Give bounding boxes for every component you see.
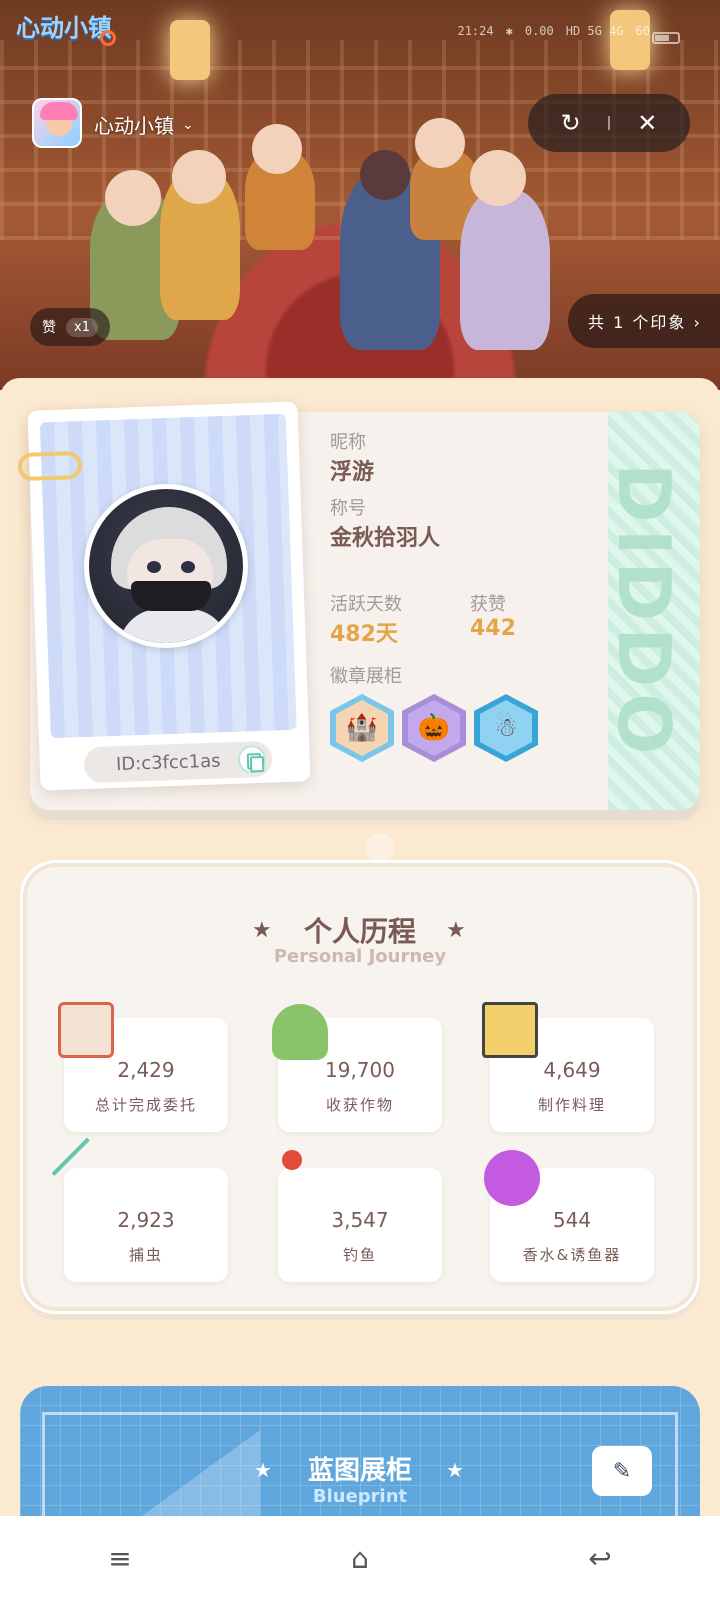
like-label: 赞 — [42, 320, 56, 336]
likes-label: 获赞 — [470, 594, 506, 615]
stove-icon — [482, 1002, 538, 1058]
tile-label: 钓鱼 — [342, 1246, 377, 1264]
player-id: ID:c3fcc1as — [83, 740, 273, 784]
paper-clip-icon — [17, 450, 83, 482]
app-avatar[interactable] — [32, 98, 82, 148]
close-icon[interactable]: ✕ — [627, 109, 667, 137]
nickname-label: 昵称 — [330, 432, 366, 453]
record-icon — [100, 30, 116, 46]
bluetooth-icon: ✱ — [505, 24, 513, 38]
like-button[interactable]: 赞 x1 — [30, 308, 110, 346]
tile-value: 2,429 — [117, 1058, 175, 1082]
character-head — [252, 124, 302, 174]
menu-icon[interactable]: ≡ — [90, 1533, 150, 1583]
tile-label: 总计完成委托 — [94, 1096, 197, 1114]
impression-button[interactable]: 共 1 个印象 › — [568, 294, 720, 348]
tile-value: 3,547 — [331, 1208, 389, 1232]
home-icon[interactable]: ⌂ — [330, 1533, 390, 1583]
card-side-tab: DIDDO — [602, 412, 700, 810]
app-logo: 心动小镇 — [16, 14, 112, 42]
active-days-value: 482天 — [330, 622, 398, 647]
battery-icon — [652, 32, 680, 44]
tile-label: 制作料理 — [537, 1096, 606, 1114]
battery-level: 60 — [635, 24, 650, 38]
character-head — [105, 170, 161, 226]
edit-button[interactable]: ✎ — [592, 1446, 652, 1496]
tile-label: 捕虫 — [128, 1246, 163, 1264]
character-head — [172, 150, 226, 204]
status-bar: 心动小镇 21:24 ✱ 0.00 HD 5G 4G 60 — [0, 0, 720, 70]
tile-label: 香水&诱鱼器 — [522, 1246, 622, 1264]
tile-value: 4,649 — [543, 1058, 601, 1082]
edit-icon: ✎ — [612, 1458, 632, 1484]
chevron-down-icon: ⌄ — [182, 116, 194, 133]
perfume-icon — [484, 1150, 540, 1206]
capsule-divider — [607, 116, 610, 130]
player-avatar[interactable] — [84, 484, 248, 648]
share-icon[interactable]: ↻ — [551, 109, 591, 137]
character-figure — [460, 190, 550, 350]
app-name: 心动小镇 — [94, 114, 174, 138]
miniapp-capsule: ↻ ✕ — [528, 94, 690, 152]
sandcastle-icon: 🏰 — [336, 700, 388, 756]
title-label: 称号 — [330, 498, 366, 519]
star-icon: ★ — [446, 918, 466, 943]
badge-cabinet-label: 徽章展柜 — [330, 666, 402, 687]
tile-value: 544 — [552, 1208, 592, 1232]
network-speed: 0.00 — [524, 24, 554, 38]
snowman-icon: ☃ — [480, 700, 532, 756]
tile-value: 19,700 — [325, 1058, 395, 1082]
pumpkin-icon: 🎃 — [408, 700, 460, 756]
watering-can-icon — [272, 1004, 328, 1060]
avatar-eye — [181, 561, 195, 573]
impression-label: 共 1 个印象 › — [588, 313, 702, 332]
fishing-rod-icon — [282, 1150, 302, 1170]
tile-label: 收获作物 — [325, 1096, 394, 1114]
tile-value: 2,923 — [117, 1208, 175, 1232]
avatar-body — [119, 609, 229, 643]
card-tab-text: DIDDO — [602, 463, 686, 761]
avatar-mask — [131, 581, 211, 611]
avatar-eye — [147, 561, 161, 573]
status-indicators: 21:24 ✱ 0.00 HD 5G 4G 60 — [457, 24, 650, 38]
journey-title: 个人历程 — [303, 915, 416, 948]
character-head — [415, 118, 465, 168]
star-icon: ★ — [446, 1458, 464, 1482]
player-id-text: ID:c3fcc1as — [115, 750, 221, 775]
journey-tile-fishing: 3,547 钓鱼 — [278, 1168, 442, 1282]
active-days-label: 活跃天数 — [330, 594, 402, 615]
back-icon[interactable]: ↩ — [570, 1533, 630, 1583]
like-count: x1 — [66, 317, 98, 337]
likes-value: 442 — [470, 616, 516, 641]
network-indicator: HD 5G 4G — [565, 24, 624, 38]
system-nav-bar: ≡ ⌂ ↩ — [0, 1516, 720, 1600]
character-head — [470, 150, 526, 206]
calendar-icon — [58, 1002, 114, 1058]
title-value: 金秋拾羽人 — [330, 526, 441, 551]
clock: 21:24 — [457, 24, 494, 38]
journey-subtitle: Personal Journey — [273, 946, 447, 967]
app-switcher[interactable]: 心动小镇 ⌄ — [94, 110, 194, 139]
copy-icon[interactable] — [237, 744, 267, 774]
character-hat — [360, 150, 410, 200]
nickname-value: 浮游 — [330, 460, 375, 485]
